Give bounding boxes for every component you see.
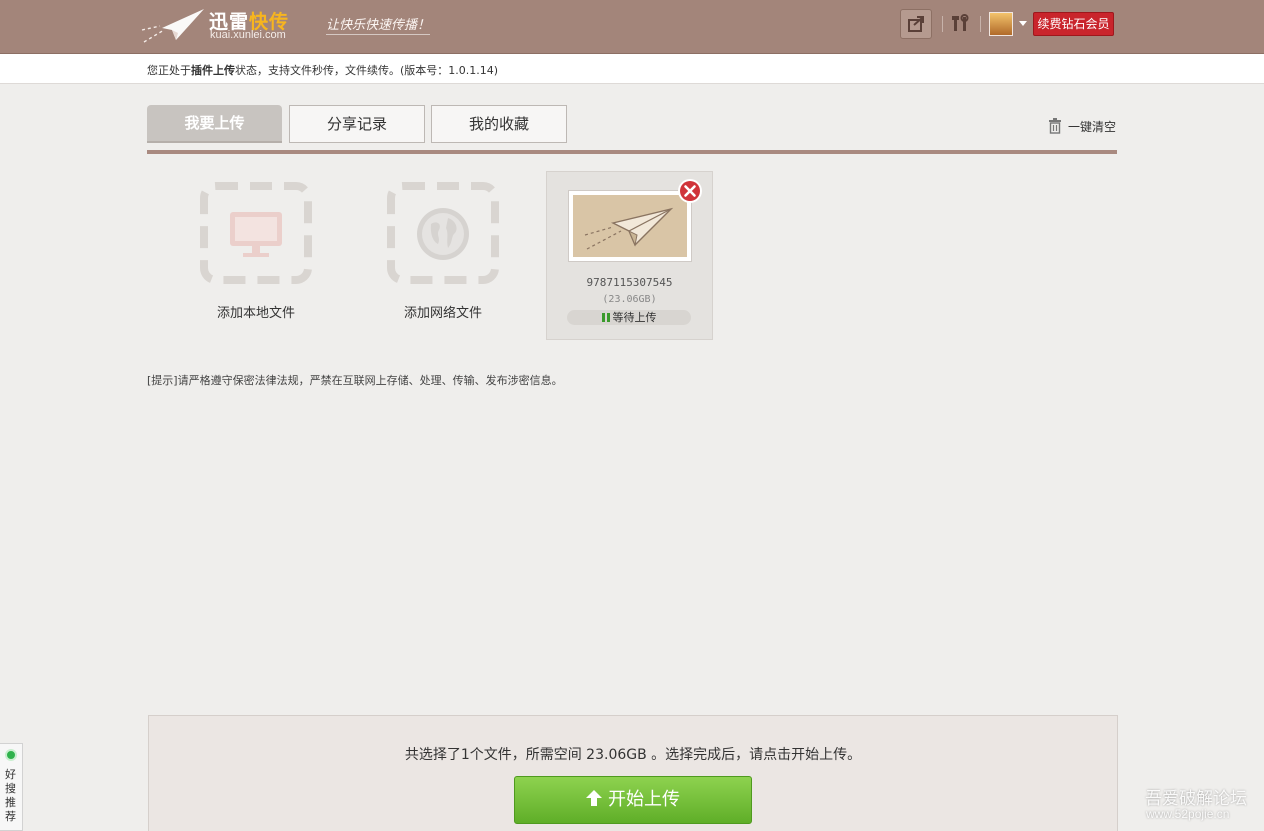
status-suffix: 状态，支持文件秒传，文件续传。(版本号：1.0.1.14) [235,64,499,77]
close-icon[interactable] [677,178,703,204]
trash-icon[interactable] [1048,118,1062,134]
status-prefix: 您正处于 [147,64,191,77]
tab-upload[interactable]: 我要上传 [147,105,282,143]
file-status-text: 等待上传 [612,311,657,324]
add-network-file-label[interactable]: 添加网络文件 [387,302,499,321]
header-divider [942,16,943,32]
monitor-icon [230,212,282,257]
start-upload-label: 开始上传 [608,789,680,810]
selection-summary: 共选择了1个文件，所需空间 23.06GB 。选择完成后，请点击开始上传。 [404,747,862,763]
renew-vip-button[interactable]: 续费钻石会员 [1033,12,1114,36]
share-icon [908,16,924,32]
watermark-title: 吾爱破解论坛 [1145,789,1247,809]
side-recommend-tab[interactable]: 好搜推荐 [0,743,23,831]
pause-icon [601,313,610,322]
file-size: (23.06GB) [602,294,657,305]
tab-divider [147,150,1117,154]
status-text: 您正处于插件上传状态，支持文件秒传，文件续传。(版本号：1.0.1.14) [147,62,498,78]
add-network-file-tile[interactable] [387,182,499,284]
status-strip: 您正处于插件上传状态，支持文件秒传，文件续传。(版本号：1.0.1.14) [0,54,1264,84]
share-button[interactable] [900,9,932,39]
clear-all-button[interactable]: 一键清空 [1068,118,1116,135]
paper-plane-logo-icon [141,9,204,43]
add-local-file-label[interactable]: 添加本地文件 [200,302,312,321]
chevron-down-icon[interactable] [1019,21,1027,26]
header-divider [980,16,981,32]
start-upload-button[interactable]: 开始上传 [514,776,752,824]
logo-domain: kuai.xunlei.com [210,29,286,41]
file-thumbnail [568,190,692,262]
user-avatar[interactable] [989,12,1013,36]
status-dot-icon [5,749,17,761]
file-name: 9787115307545 [586,276,673,289]
arrow-up-icon [586,790,602,806]
security-notice: [提示]请严格遵守保密法律法规，严禁在互联网上存储、处理、传输、发布涉密信息。 [147,374,563,387]
watermark-url: www.52pojie.cn [1146,807,1230,821]
side-recommend-label: 好搜推荐 [5,768,16,823]
tab-share-history[interactable]: 分享记录 [289,105,425,143]
slogan: 让快乐快速传播！ [326,14,431,35]
globe-icon [417,208,469,260]
top-header: 迅雷快传 kuai.xunlei.com 让快乐快速传播！ 续费钻石会员 [0,0,1264,54]
status-mode: 插件上传 [191,64,235,77]
file-status-badge: 等待上传 [567,310,691,325]
paper-plane-icon [584,207,674,250]
add-local-file-tile[interactable] [200,182,312,284]
tab-favorites[interactable]: 我的收藏 [431,105,567,143]
tools-icon[interactable] [950,13,972,35]
file-thumbnail-bg [573,195,687,257]
